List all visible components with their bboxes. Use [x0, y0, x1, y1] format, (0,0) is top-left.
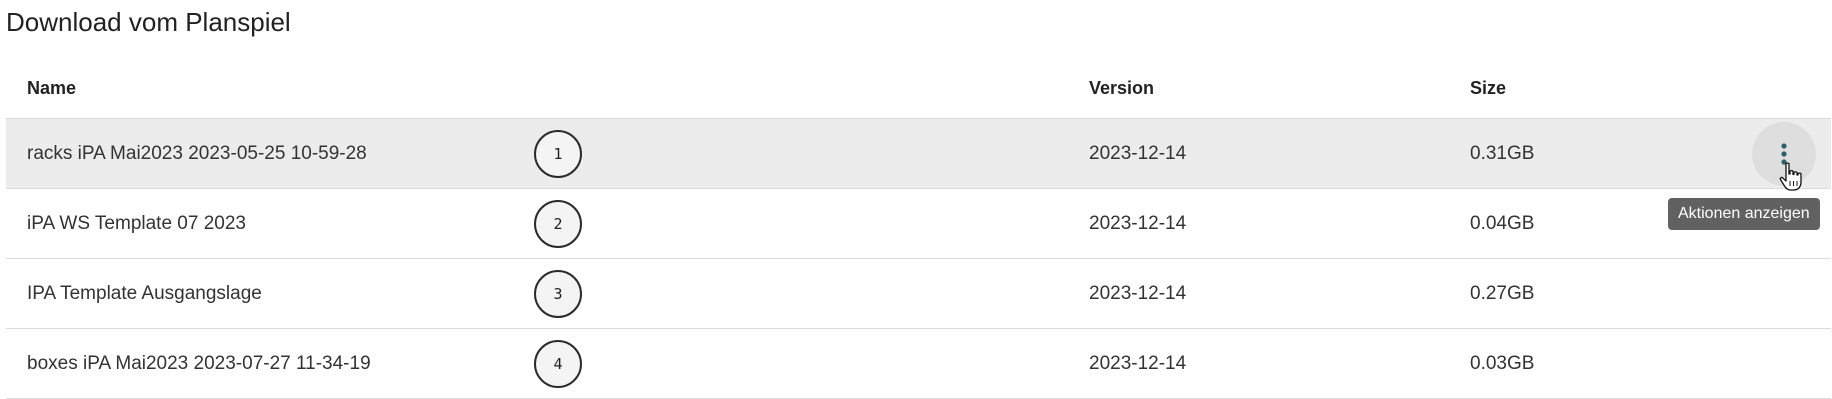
hand-pointer-icon	[1779, 162, 1802, 191]
table-row[interactable]: IPA Template Ausgangslage 3 2023-12-14 0…	[6, 259, 1831, 329]
table-row[interactable]: racks iPA Mai2023 2023-05-25 10-59-28 1 …	[6, 119, 1831, 189]
row-size: 0.03GB	[1470, 352, 1535, 374]
row-name: IPA Template Ausgangslage	[27, 282, 262, 304]
row-size: 0.31GB	[1470, 142, 1535, 164]
row-name: boxes iPA Mai2023 2023-07-27 11-34-19	[27, 352, 371, 374]
actions-tooltip: Aktionen anzeigen	[1668, 198, 1820, 230]
step-badge: 2	[534, 199, 582, 248]
table-row[interactable]: boxes iPA Mai2023 2023-07-27 11-34-19 4 …	[6, 329, 1831, 399]
table-header: Name Version Size	[6, 58, 1831, 119]
row-version: 2023-12-14	[1089, 142, 1187, 164]
page-title: Download vom Planspiel	[6, 7, 291, 37]
step-badge: 3	[534, 269, 582, 318]
row-version: 2023-12-14	[1089, 282, 1187, 304]
step-badge: 4	[534, 339, 582, 388]
column-header-size[interactable]: Size	[1470, 78, 1506, 99]
table-row[interactable]: iPA WS Template 07 2023 2 2023-12-14 0.0…	[6, 189, 1831, 259]
column-header-version[interactable]: Version	[1089, 78, 1154, 99]
row-name: iPA WS Template 07 2023	[27, 212, 246, 234]
downloads-table: Name Version Size racks iPA Mai2023 2023…	[6, 58, 1831, 399]
row-size: 0.04GB	[1470, 212, 1535, 234]
row-version: 2023-12-14	[1089, 352, 1187, 374]
step-badge: 1	[534, 129, 582, 178]
column-header-name[interactable]: Name	[27, 78, 76, 99]
row-name: racks iPA Mai2023 2023-05-25 10-59-28	[27, 142, 367, 164]
row-size: 0.27GB	[1470, 282, 1535, 304]
row-version: 2023-12-14	[1089, 212, 1187, 234]
